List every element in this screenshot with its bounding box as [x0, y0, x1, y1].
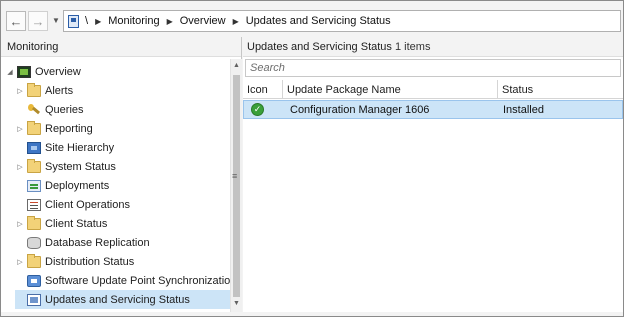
column-header-status[interactable]: Status: [498, 80, 623, 99]
column-header-icon[interactable]: Icon: [243, 80, 283, 99]
tree-item-label: Client Operations: [45, 198, 130, 211]
site-hierarchy-icon: [27, 141, 41, 154]
folder-icon: [27, 120, 41, 135]
results-title: Updates and Servicing Status: [247, 41, 392, 53]
history-dropdown-icon[interactable]: ▼: [52, 16, 60, 25]
folder-icon: [27, 215, 41, 230]
tree-item-label: Deployments: [45, 179, 110, 192]
results-header: Updates and Servicing Status 1 items: [243, 37, 623, 57]
scroll-down-icon[interactable]: ▼: [231, 298, 242, 310]
overview-icon: [17, 65, 31, 78]
folder-icon: [27, 82, 41, 97]
forward-button[interactable]: →: [28, 11, 48, 31]
console-root-icon: [68, 14, 79, 28]
expand-arrow-icon[interactable]: ▷: [15, 258, 25, 266]
tree-item-client-operations[interactable]: Client Operations: [15, 195, 130, 214]
breadcrumb-updates-servicing[interactable]: Updates and Servicing Status: [246, 15, 391, 27]
tree-item-label: System Status: [45, 160, 116, 173]
deployments-icon: [27, 179, 41, 192]
folder-icon: [27, 253, 41, 268]
tree-item-overview[interactable]: ◢ Overview: [5, 62, 81, 81]
back-button[interactable]: ←: [6, 11, 26, 31]
back-arrow-icon: ←: [9, 13, 23, 29]
tree-item-label: Updates and Servicing Status: [45, 293, 190, 306]
tree-item-system-status[interactable]: ▷ System Status: [15, 157, 116, 176]
scrollbar-thumb[interactable]: [233, 75, 240, 297]
tree-item-label: Client Status: [45, 217, 108, 230]
tree-item-queries[interactable]: Queries: [15, 100, 84, 119]
results-pane: Updates and Servicing Status 1 items Sea…: [243, 37, 623, 312]
tree-item-updates-servicing-status[interactable]: Updates and Servicing Status: [15, 290, 230, 309]
query-icon: [27, 103, 41, 116]
navigation-tree: ◢ Overview ▷ Alerts Queries ▷ Reporting: [1, 59, 230, 312]
breadcrumb-separator-icon[interactable]: ▶: [167, 17, 173, 26]
tree-item-site-hierarchy[interactable]: Site Hierarchy: [15, 138, 114, 157]
tree-item-database-replication[interactable]: Database Replication: [15, 233, 150, 252]
expand-arrow-icon[interactable]: ▷: [15, 163, 25, 171]
tree-item-label: Alerts: [45, 84, 74, 97]
console-window: ← → ▼ \ ▶ Monitoring ▶ Overview ▶ Update…: [0, 0, 624, 317]
tree-item-label: Software Update Point Synchronization St…: [45, 274, 230, 287]
tree-item-label: Site Hierarchy: [45, 141, 115, 154]
expand-arrow-icon[interactable]: ▷: [15, 87, 25, 95]
forward-arrow-icon: →: [31, 13, 45, 29]
breadcrumb-overview[interactable]: Overview: [180, 15, 226, 27]
tree-item-deployments[interactable]: Deployments: [15, 176, 109, 195]
address-bar[interactable]: \ ▶ Monitoring ▶ Overview ▶ Updates and …: [63, 10, 621, 32]
tree-item-software-update-point-sync[interactable]: Software Update Point Synchronization St…: [15, 271, 230, 290]
tree-item-label: Queries: [45, 103, 84, 116]
breadcrumb-separator-icon[interactable]: ▶: [95, 17, 101, 26]
pane-splitter-icon[interactable]: ≡: [232, 171, 237, 181]
tree-item-label: Database Replication: [45, 236, 150, 249]
table-row[interactable]: ✓ Configuration Manager 1606 Installed: [243, 100, 623, 119]
results-count: 1 items: [394, 41, 431, 53]
breadcrumb-separator-icon[interactable]: ▶: [233, 17, 239, 26]
tree-item-label: Reporting: [45, 122, 93, 135]
breadcrumb-root[interactable]: \: [85, 15, 88, 27]
navigation-scrollbar[interactable]: ▲ ▼: [230, 59, 242, 312]
column-header-update-package-name[interactable]: Update Package Name: [283, 80, 498, 99]
servicing-icon: [27, 293, 41, 306]
cell-update-package-name: Configuration Manager 1606: [290, 104, 430, 116]
search-input[interactable]: Search: [245, 59, 621, 77]
navigation-pane: Monitoring ◢ Overview ▷ Alerts Queries ▷…: [1, 37, 242, 312]
tree-item-client-status[interactable]: ▷ Client Status: [15, 214, 107, 233]
expand-arrow-icon[interactable]: ▷: [15, 125, 25, 133]
folder-icon: [27, 158, 41, 173]
tree-item-alerts[interactable]: ▷ Alerts: [15, 81, 73, 100]
tree-item-label: Distribution Status: [45, 255, 135, 268]
database-icon: [27, 236, 41, 249]
tree-item-reporting[interactable]: ▷ Reporting: [15, 119, 93, 138]
tree-item-distribution-status[interactable]: ▷ Distribution Status: [15, 252, 134, 271]
navigation-pane-title: Monitoring: [1, 37, 241, 57]
sync-icon: [27, 274, 41, 287]
tree-item-label: Overview: [35, 65, 81, 78]
installed-check-icon: ✓: [251, 103, 264, 116]
results-table: Icon Update Package Name Status ✓ Config…: [243, 80, 623, 119]
table-header: Icon Update Package Name Status: [243, 80, 623, 99]
scroll-up-icon[interactable]: ▲: [231, 60, 242, 72]
expand-arrow-icon[interactable]: ▷: [15, 220, 25, 228]
address-toolbar: ← → ▼ \ ▶ Monitoring ▶ Overview ▶ Update…: [1, 7, 623, 35]
client-operations-icon: [27, 198, 41, 211]
breadcrumb-monitoring[interactable]: Monitoring: [108, 15, 159, 27]
collapse-arrow-icon[interactable]: ◢: [5, 68, 15, 76]
cell-status: Installed: [503, 104, 544, 116]
